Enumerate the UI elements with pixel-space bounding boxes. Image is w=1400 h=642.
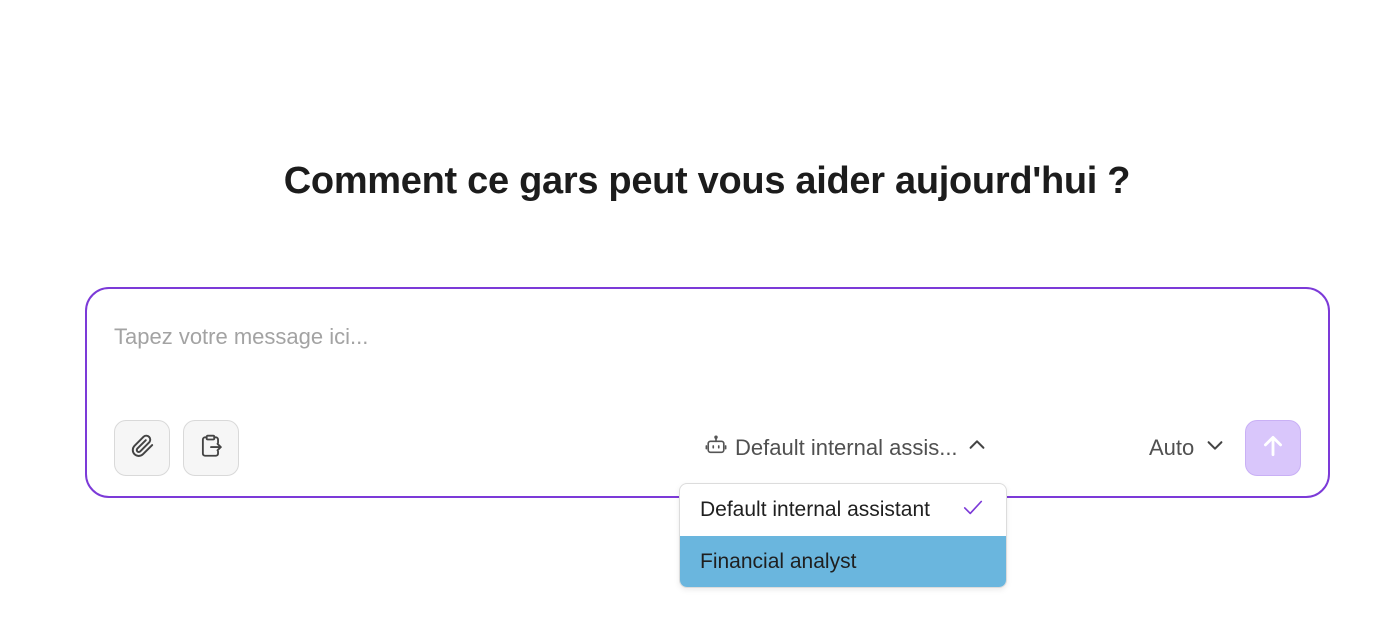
mode-selector[interactable]: Auto [1149, 432, 1226, 464]
dropdown-option-default-assistant[interactable]: Default internal assistant [680, 484, 1006, 536]
page-title: Comment ce gars peut vous aider aujourd'… [283, 160, 1131, 202]
check-icon [962, 496, 984, 524]
chevron-down-icon [1204, 434, 1226, 462]
arrow-up-icon [1260, 433, 1286, 464]
dropdown-option-financial-analyst[interactable]: Financial analyst [680, 536, 1006, 587]
assistant-selector-label: Default internal assis... [735, 435, 958, 460]
dropdown-option-label: Default internal assistant [700, 498, 930, 521]
dropdown-option-label: Financial analyst [700, 550, 857, 573]
mode-selector-label: Auto [1149, 435, 1195, 460]
clipboard-paste-icon [198, 433, 224, 464]
paste-clipboard-button[interactable] [183, 420, 239, 476]
assistant-dropdown: Default internal assistant Financial ana… [679, 483, 1007, 588]
attach-file-button[interactable] [114, 420, 170, 476]
robot-icon [705, 434, 727, 462]
send-button[interactable] [1245, 420, 1301, 476]
paperclip-icon [129, 433, 155, 464]
assistant-selector[interactable]: Default internal assis... [705, 432, 988, 464]
chevron-up-icon [966, 434, 988, 462]
chat-page: Comment ce gars peut vous aider aujourd'… [0, 0, 1400, 642]
message-composer: Default internal assis... Auto [85, 287, 1330, 498]
message-input[interactable] [114, 317, 1214, 357]
